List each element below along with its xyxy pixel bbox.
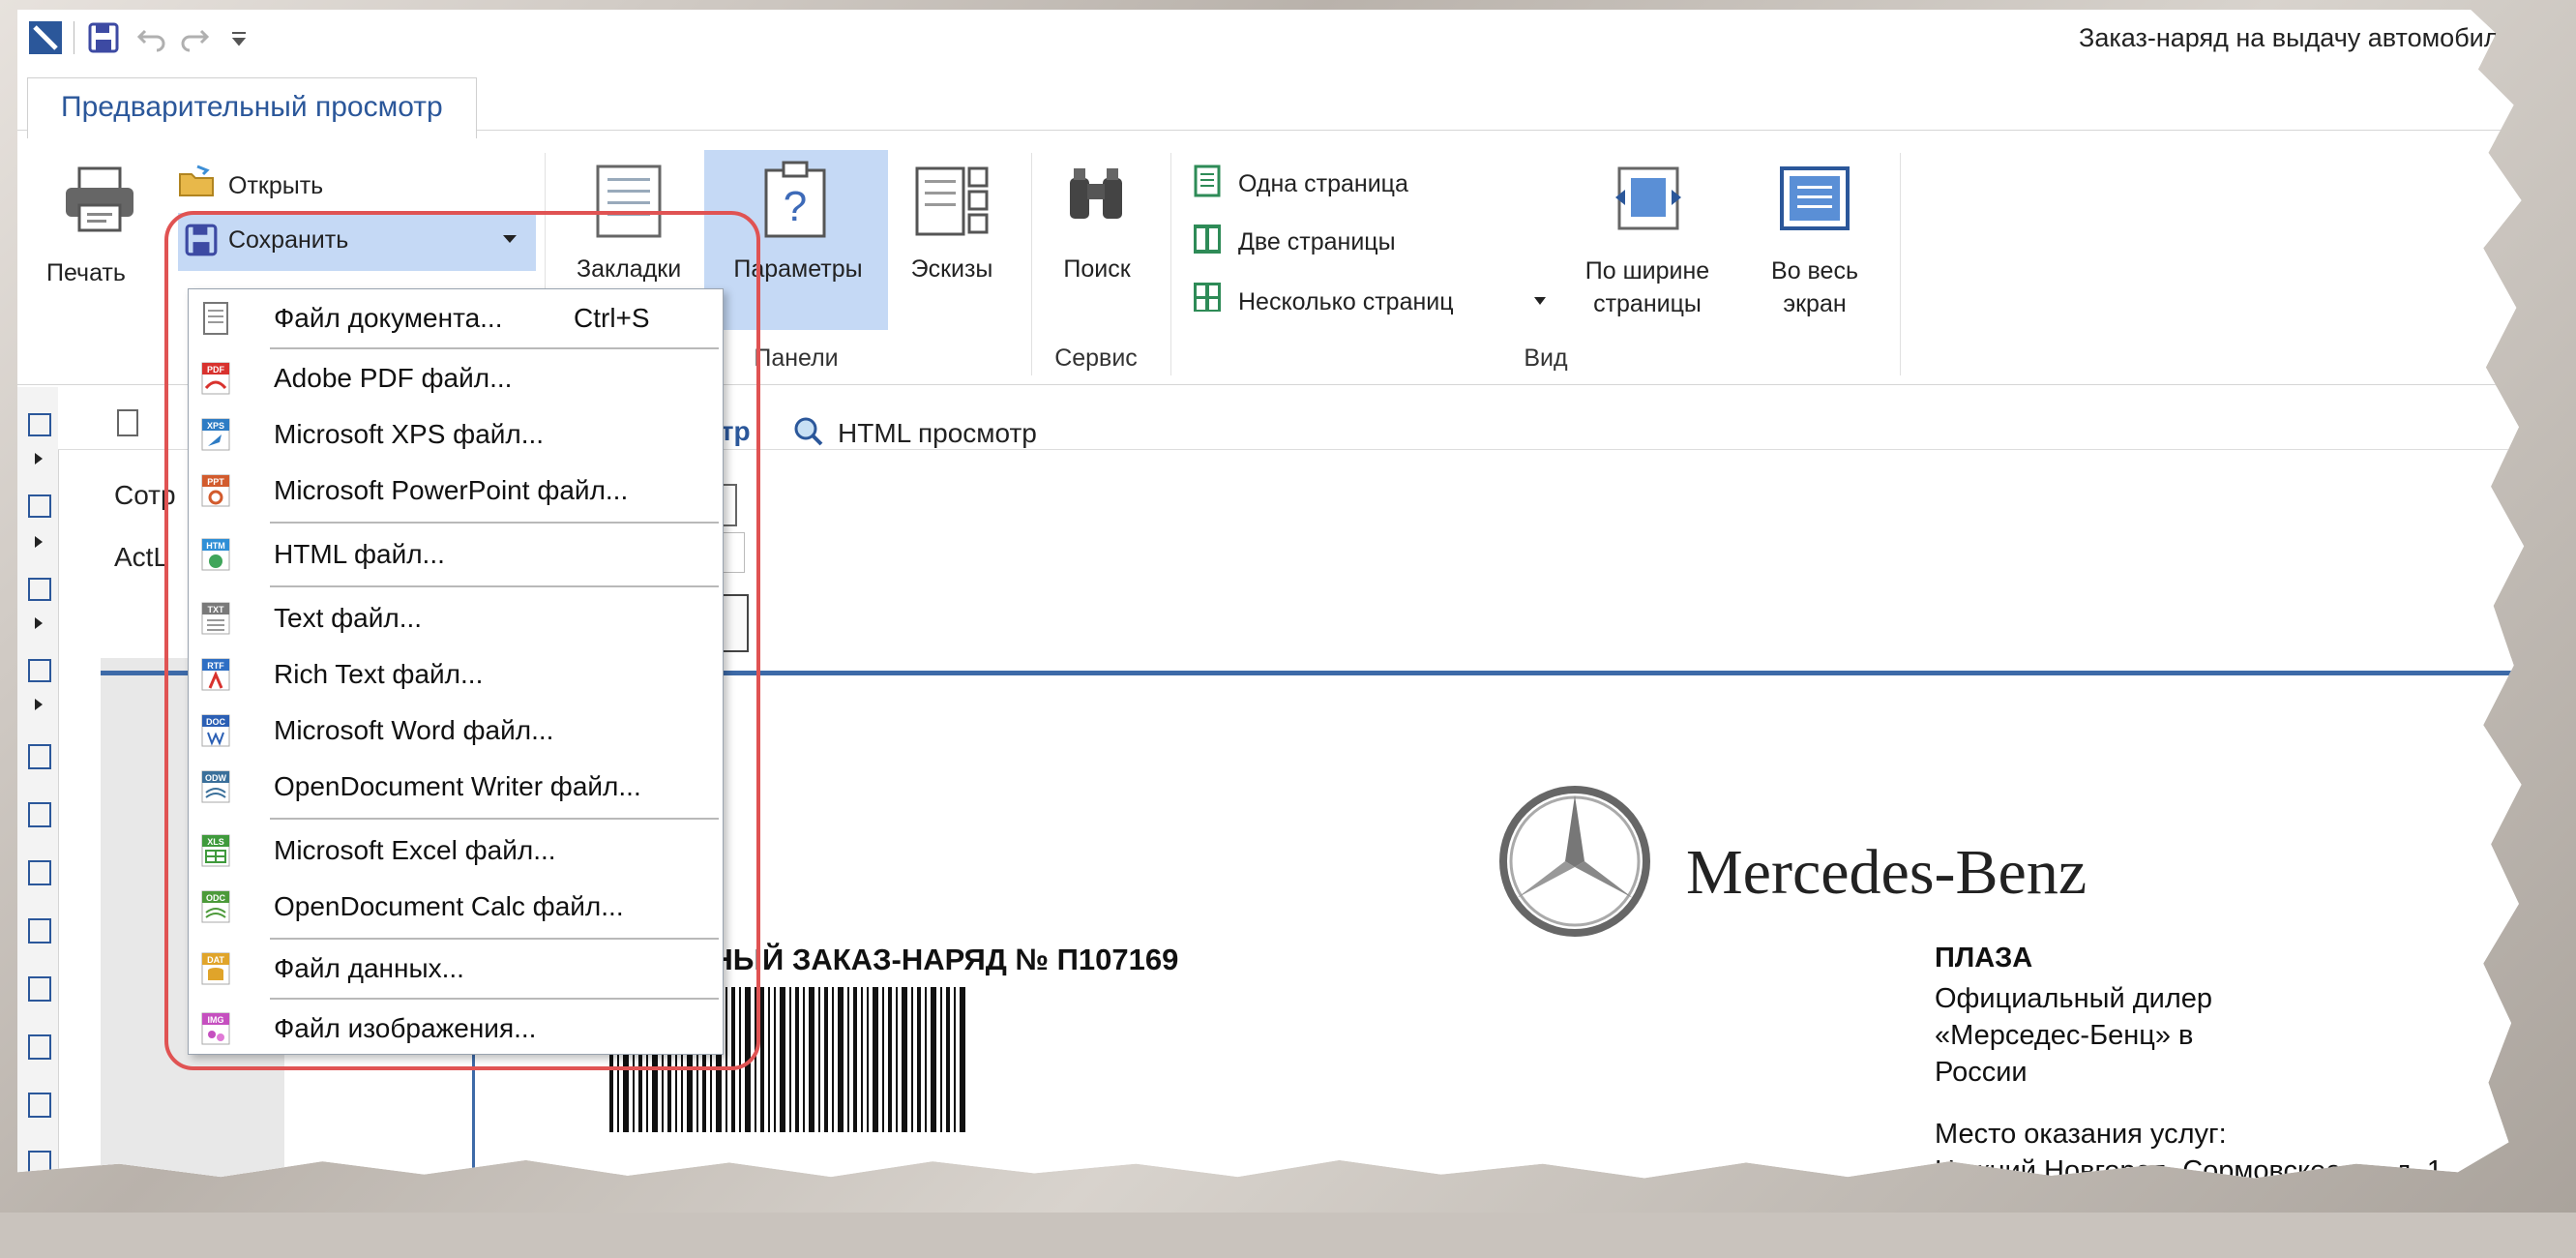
magnifier-icon	[794, 417, 823, 446]
page-width-label-1[interactable]: По ширине	[1575, 257, 1720, 285]
highlight-outline	[164, 211, 760, 1070]
parameters-icon: ?	[764, 161, 826, 238]
param-field-label-2: АсtL	[114, 542, 169, 572]
one-page-icon	[1194, 165, 1221, 197]
ribbon-separator	[1170, 153, 1171, 375]
search-button[interactable]: Поиск	[1051, 255, 1143, 284]
page-width-icon[interactable]	[1612, 165, 1685, 232]
thumbnails-button[interactable]: Эскизы	[907, 255, 996, 284]
dealer-name: ПЛАЗА	[1935, 943, 2033, 973]
one-page-button[interactable]: Одна страница	[1238, 170, 1408, 198]
printer-icon[interactable]	[62, 165, 137, 234]
group-label-service: Сервис	[1054, 344, 1138, 372]
left-toolbar-icons[interactable]	[25, 406, 54, 1258]
dealer-line-2: «Мерседес-Бенц» в	[1935, 1020, 2194, 1051]
brand-name: Mercedes-Benz	[1686, 837, 2087, 908]
app-logo-icon	[29, 21, 62, 54]
app-window: Заказ-наряд на выдачу автомобил... Предв…	[17, 10, 2525, 1179]
print-button[interactable]: Печать	[46, 259, 153, 287]
save-icon[interactable]	[87, 21, 120, 54]
undo-icon[interactable]	[135, 21, 168, 54]
dealer-line-1: Официальный дилер	[1935, 983, 2212, 1014]
mercedes-star-icon	[1499, 786, 1650, 937]
tab-html-view[interactable]: HTML просмотр	[838, 418, 1037, 449]
multiple-pages-icon	[1194, 283, 1221, 312]
whole-page-label-2[interactable]: экран	[1745, 290, 1884, 318]
ribbon-separator	[1900, 153, 1901, 375]
open-button[interactable]: Открыть	[228, 172, 323, 200]
document-icon	[117, 409, 138, 436]
chevron-down-icon[interactable]	[1532, 295, 1548, 307]
open-folder-icon	[179, 165, 214, 196]
service-place-label: Место оказания услуг:	[1935, 1119, 2227, 1150]
tab-preview[interactable]: Предварительный просмотр	[27, 77, 477, 139]
multiple-pages-button[interactable]: Несколько страниц	[1238, 288, 1454, 316]
redo-icon[interactable]	[178, 21, 211, 54]
ribbon-separator	[1031, 153, 1032, 375]
group-label-view: Вид	[1524, 344, 1568, 372]
two-pages-button[interactable]: Две страницы	[1238, 228, 1396, 256]
window-title: Заказ-наряд на выдачу автомобил...	[2079, 23, 2521, 52]
dealer-line-3: России	[1935, 1057, 2028, 1088]
svg-text:?: ?	[784, 183, 807, 230]
page-width-label-2[interactable]: страницы	[1575, 290, 1720, 318]
customize-qat-icon[interactable]	[222, 21, 255, 54]
whole-page-label-1[interactable]: Во весь	[1745, 257, 1884, 285]
full-screen-icon[interactable]	[1778, 165, 1851, 232]
two-pages-icon	[1194, 225, 1221, 254]
binoculars-icon[interactable]	[1064, 165, 1128, 228]
thumbnails-icon[interactable]	[913, 163, 991, 240]
